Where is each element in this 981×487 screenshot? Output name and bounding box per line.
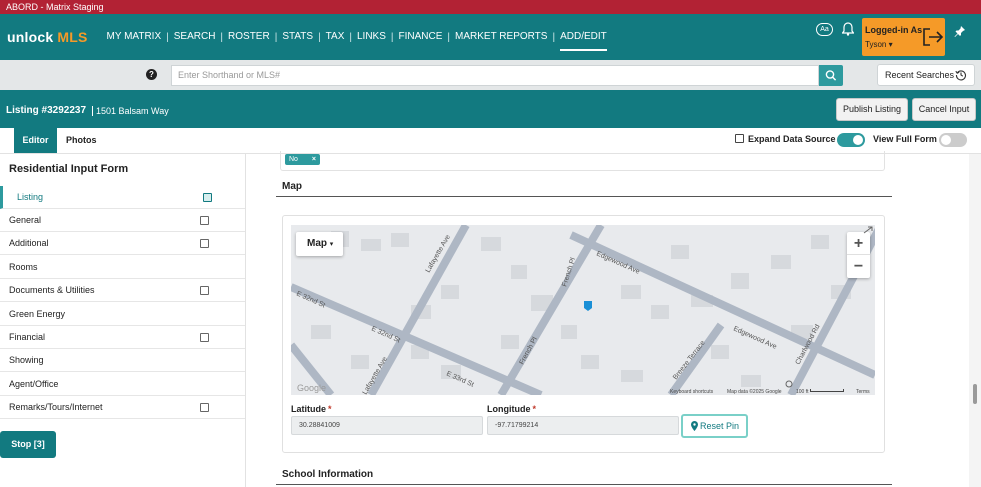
search-icon bbox=[825, 70, 837, 81]
map-canvas[interactable]: Lafayette Ave French Pl Edgewood Ave E 3… bbox=[291, 225, 875, 395]
logo[interactable]: unlock MLS bbox=[7, 29, 87, 45]
stop-button[interactable]: Stop [3] bbox=[0, 431, 56, 458]
logo-brand: unlock bbox=[7, 29, 54, 45]
section-divider bbox=[276, 484, 892, 485]
map-roads: Lafayette Ave French Pl Edgewood Ave E 3… bbox=[291, 225, 875, 395]
data-source-icon bbox=[200, 239, 209, 248]
reset-pin-button[interactable]: Reset Pin bbox=[681, 414, 748, 438]
map-marker-icon bbox=[691, 421, 698, 431]
bell-icon[interactable] bbox=[842, 22, 854, 36]
logged-in-menu[interactable]: Logged-in As Tyson ▾ bbox=[862, 18, 945, 56]
search-input[interactable]: Enter Shorthand or MLS# bbox=[171, 65, 819, 86]
data-source-icon bbox=[735, 134, 744, 143]
user-name[interactable]: Tyson ▾ bbox=[865, 40, 893, 49]
expand-data-source-toggle[interactable] bbox=[837, 133, 865, 147]
nav-item-market-reports[interactable]: MARKET REPORTS bbox=[450, 14, 552, 60]
logout-icon[interactable] bbox=[922, 27, 944, 47]
sidebar-item-listing[interactable]: Listing bbox=[0, 186, 245, 209]
remove-chip-icon[interactable]: × bbox=[312, 154, 316, 165]
keyboard-shortcuts-link[interactable]: Keyboard shortcuts bbox=[670, 389, 713, 395]
nav-item-stats[interactable]: STATS bbox=[277, 14, 318, 60]
value-chip[interactable]: No × bbox=[285, 154, 320, 165]
scrollbar-thumb[interactable] bbox=[973, 384, 977, 404]
logged-in-label: Logged-in As bbox=[865, 25, 923, 35]
sidebar-item-showing[interactable]: Showing bbox=[0, 349, 245, 372]
nav-item-links[interactable]: LINKS bbox=[352, 14, 391, 60]
zoom-in-button[interactable]: + bbox=[847, 232, 870, 255]
window-titlebar: ABORD - Matrix Staging bbox=[0, 0, 981, 14]
data-source-icon bbox=[200, 216, 209, 225]
sidebar-item-documents-utilities[interactable]: Documents & Utilities bbox=[0, 279, 245, 302]
sidebar-title: Residential Input Form bbox=[9, 163, 129, 175]
help-icon[interactable]: ? bbox=[146, 69, 157, 80]
person-icon bbox=[785, 380, 793, 388]
data-source-icon bbox=[200, 286, 209, 295]
map-data-attribution: Map data ©2025 Google bbox=[727, 389, 782, 395]
pin-icon[interactable] bbox=[954, 25, 966, 37]
recent-searches-label: Recent Searches bbox=[885, 70, 955, 80]
latitude-label: Latitude * bbox=[291, 404, 332, 414]
data-source-icon bbox=[200, 403, 209, 412]
longitude-field[interactable]: -97.71799214 bbox=[487, 416, 679, 435]
nav-item-tax[interactable]: TAX bbox=[321, 14, 350, 60]
listing-title: Listing #3292237 bbox=[6, 105, 87, 116]
nav-item-roster[interactable]: ROSTER bbox=[223, 14, 275, 60]
sidebar-item-additional[interactable]: Additional bbox=[0, 232, 245, 255]
text-size-icon[interactable]: Aa bbox=[816, 23, 833, 36]
google-logo: Google bbox=[297, 383, 326, 393]
view-full-form-toggle[interactable] bbox=[939, 133, 967, 147]
view-full-form-label: View Full Form bbox=[873, 134, 937, 144]
reset-pin-label: Reset Pin bbox=[700, 421, 740, 431]
sidebar-item-agent-office[interactable]: Agent/Office bbox=[0, 373, 245, 396]
nav-item-add-edit[interactable]: ADD/EDIT bbox=[555, 14, 612, 60]
tab-photos[interactable]: Photos bbox=[66, 128, 97, 153]
school-section-title: School Information bbox=[282, 469, 374, 480]
map-scale: 100 ft bbox=[796, 389, 844, 395]
zoom-out-button[interactable]: − bbox=[847, 255, 870, 278]
tab-editor[interactable]: Editor bbox=[14, 128, 57, 153]
scrollbar[interactable] bbox=[969, 154, 981, 487]
longitude-label: Longitude * bbox=[487, 404, 537, 414]
map-section-title: Map bbox=[282, 181, 302, 192]
sidebar-item-rooms[interactable]: Rooms bbox=[0, 256, 245, 279]
recent-searches-button[interactable]: Recent Searches bbox=[877, 64, 975, 86]
fullscreen-icon[interactable] bbox=[863, 226, 873, 234]
search-button[interactable] bbox=[819, 65, 843, 86]
latitude-field[interactable]: 30.28841009 bbox=[291, 416, 483, 435]
map-type-dropdown[interactable]: Map ▾ bbox=[296, 232, 343, 256]
top-nav: unlock MLS MY MATRIX | SEARCH | ROSTER | STA… bbox=[0, 14, 981, 60]
expand-data-source: Expand Data Source bbox=[735, 134, 836, 144]
zoom-controls: + − bbox=[847, 232, 870, 278]
terms-link[interactable]: Terms bbox=[856, 389, 870, 395]
nav-item-my-matrix[interactable]: MY MATRIX bbox=[101, 14, 166, 60]
chevron-down-icon: ▾ bbox=[329, 241, 334, 248]
listing-address: 1501 Balsam Way bbox=[92, 106, 169, 116]
publish-listing-button[interactable]: Publish Listing bbox=[836, 98, 908, 121]
nav-item-finance[interactable]: FINANCE bbox=[394, 14, 448, 60]
section-divider bbox=[276, 196, 892, 197]
previous-field-box bbox=[280, 151, 885, 171]
logo-accent: MLS bbox=[57, 29, 88, 45]
history-icon bbox=[955, 70, 966, 81]
sidebar-item-financial[interactable]: Financial bbox=[0, 326, 245, 349]
data-source-icon bbox=[203, 193, 212, 202]
data-source-icon bbox=[200, 333, 209, 342]
map-pin-icon[interactable] bbox=[584, 301, 592, 311]
sidebar-item-remarks-tours-internet[interactable]: Remarks/Tours/Internet bbox=[0, 396, 245, 419]
window-title: ABORD - Matrix Staging bbox=[6, 2, 104, 12]
nav-item-search[interactable]: SEARCH bbox=[169, 14, 221, 60]
main-menu: MY MATRIX | SEARCH | ROSTER | STATS | TAX | L… bbox=[101, 14, 611, 60]
cancel-input-button[interactable]: Cancel Input bbox=[912, 98, 976, 121]
sidebar-item-general[interactable]: General bbox=[0, 209, 245, 232]
sidebar-item-green-energy[interactable]: Green Energy bbox=[0, 303, 245, 326]
